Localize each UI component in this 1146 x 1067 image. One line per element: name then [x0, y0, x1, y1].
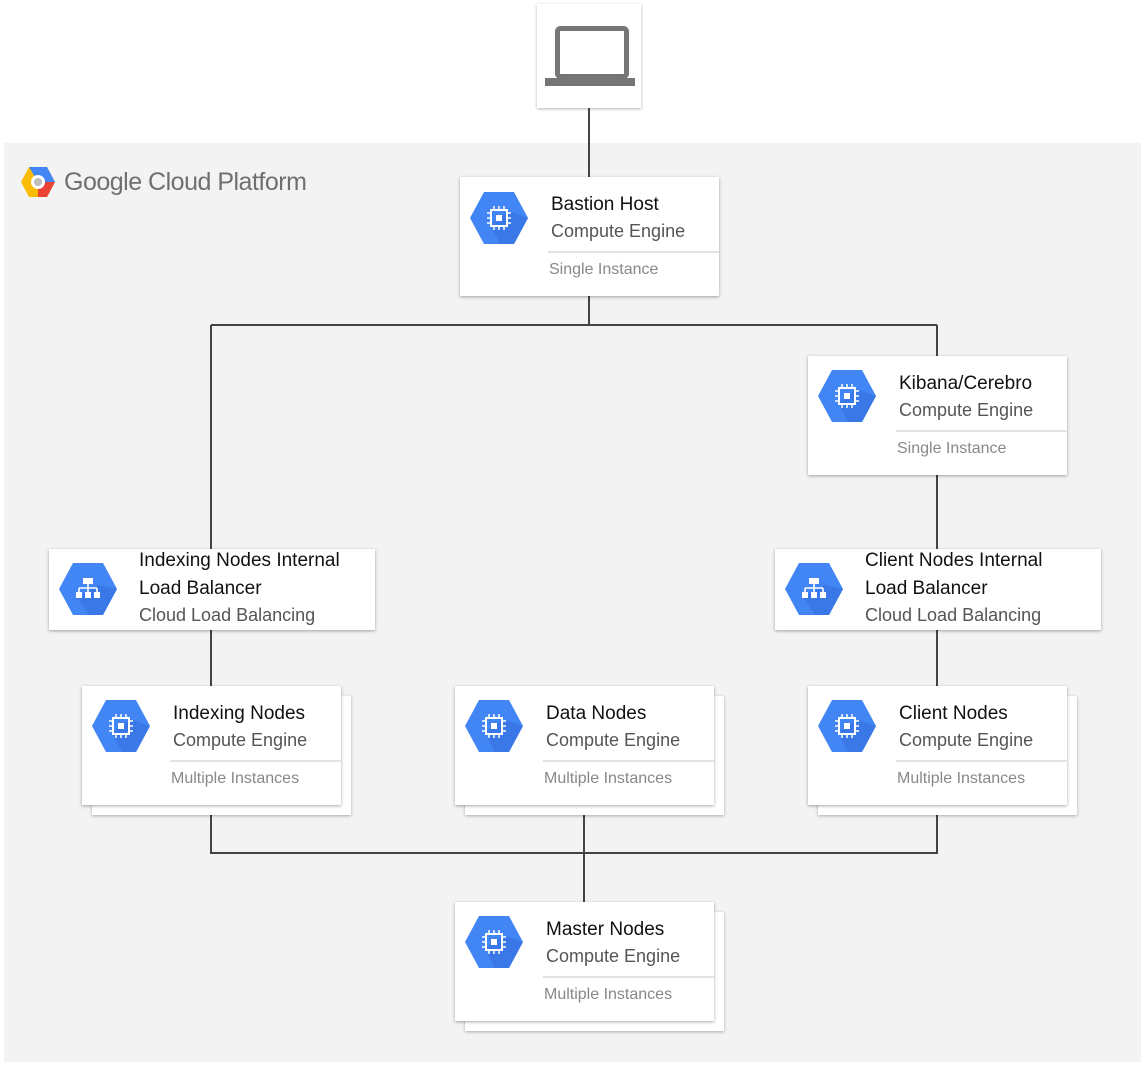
node-instances: Multiple Instances [544, 986, 673, 1003]
divider [543, 976, 714, 978]
compute-engine-icon [818, 370, 876, 422]
node-title: Bastion Host [551, 194, 659, 215]
compute-engine-icon [465, 916, 523, 968]
kibana-cerebro-card[interactable]: Kibana/Cerebro Compute Engine Single Ins… [808, 356, 1067, 475]
node-service: Compute Engine [546, 730, 681, 750]
node-service: Compute Engine [173, 730, 308, 750]
line-bastion-branch [211, 296, 937, 326]
divider [170, 760, 341, 762]
compute-engine-icon [92, 700, 150, 752]
data-nodes-card[interactable]: Data Nodes Compute Engine Multiple Insta… [455, 686, 714, 805]
node-title: Indexing Nodes [173, 703, 306, 724]
node-service: Cloud Load Balancing [139, 605, 316, 625]
node-service: Compute Engine [899, 400, 1034, 420]
node-title-line1: Indexing Nodes Internal [139, 550, 340, 571]
node-title-line2: Load Balancer [865, 578, 988, 599]
compute-engine-icon [470, 192, 528, 244]
bastion-host-card[interactable]: Bastion Host Compute Engine Single Insta… [460, 177, 719, 296]
node-title-line2: Load Balancer [139, 578, 262, 599]
divider [896, 760, 1067, 762]
node-title-line1: Client Nodes Internal [865, 550, 1043, 571]
compute-engine-icon [465, 700, 523, 752]
node-service: Compute Engine [546, 946, 681, 966]
node-instances: Single Instance [549, 261, 659, 278]
node-service: Cloud Load Balancing [865, 605, 1042, 625]
node-instances: Multiple Instances [544, 770, 673, 787]
node-instances: Multiple Instances [897, 770, 1026, 787]
node-service: Compute Engine [899, 730, 1034, 750]
node-title: Client Nodes [899, 703, 1008, 724]
load-balancing-icon [785, 563, 843, 615]
node-service: Compute Engine [551, 221, 686, 241]
node-instances: Multiple Instances [171, 770, 300, 787]
line-nodes-to-master [210, 815, 938, 902]
node-title: Kibana/Cerebro [899, 373, 1033, 394]
load-balancing-icon [59, 563, 117, 615]
client-nodes-card[interactable]: Client Nodes Compute Engine Multiple Ins… [808, 686, 1067, 805]
node-title: Data Nodes [546, 703, 647, 724]
divider [548, 251, 719, 253]
compute-engine-icon [818, 700, 876, 752]
master-nodes-card[interactable]: Master Nodes Compute Engine Multiple Ins… [455, 902, 714, 1021]
node-instances: Single Instance [897, 440, 1007, 457]
node-title: Master Nodes [546, 919, 665, 940]
indexing-load-balancer-card[interactable]: Indexing Nodes Internal Load Balancer Cl… [49, 549, 375, 630]
divider [896, 430, 1067, 432]
client-load-balancer-card[interactable]: Client Nodes Internal Load Balancer Clou… [775, 549, 1101, 630]
divider [543, 760, 714, 762]
indexing-nodes-card[interactable]: Indexing Nodes Compute Engine Multiple I… [82, 686, 341, 805]
